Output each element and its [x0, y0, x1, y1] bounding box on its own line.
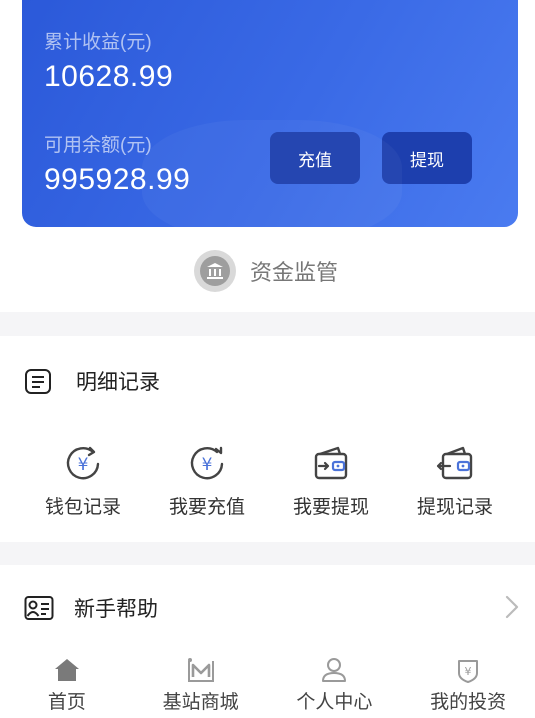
investment-icon: ¥ — [454, 657, 482, 683]
balance-label: 可用余额(元) — [44, 135, 152, 156]
tab-mall[interactable]: 基站商城 — [134, 647, 268, 718]
wallet-card: 累计收益(元) 10628.99 可用余额(元) 995928.99 充值 提现 — [22, 0, 518, 227]
chevron-right-icon — [505, 595, 519, 619]
tab-investment[interactable]: ¥ 我的投资 — [401, 647, 535, 718]
bottom-tab-bar: 首页 基站商城 个人中心 ¥ 我的投资 — [0, 647, 535, 718]
details-title: 明细记录 — [76, 371, 160, 394]
list-document-icon — [24, 367, 52, 395]
tab-mall-label: 基站商城 — [162, 692, 239, 713]
mall-icon — [186, 657, 216, 683]
svg-text:¥: ¥ — [78, 455, 89, 475]
tab-home[interactable]: 首页 — [0, 647, 134, 718]
svg-text:¥: ¥ — [465, 665, 472, 678]
help-header: 新手帮助 — [24, 593, 158, 623]
help-title: 新手帮助 — [74, 598, 158, 621]
wallet-records-label: 钱包记录 — [44, 497, 121, 518]
withdraw-records-item[interactable]: 提现记录 — [393, 444, 517, 519]
contact-card-icon — [24, 595, 54, 621]
tab-profile-label: 个人中心 — [296, 692, 373, 713]
withdraw-button[interactable]: 提现 — [382, 132, 472, 184]
help-section[interactable]: 新手帮助 — [0, 565, 535, 647]
balance-value: 995928.99 — [44, 163, 191, 196]
earnings-value: 10628.99 — [44, 60, 174, 93]
details-grid: ¥ 钱包记录 ¥ 我要充值 我要提现 提现记录 — [0, 444, 535, 519]
top-area: 累计收益(元) 10628.99 可用余额(元) 995928.99 充值 提现… — [0, 0, 535, 312]
withdraw-item[interactable]: 我要提现 — [269, 444, 393, 519]
svg-text:¥: ¥ — [202, 455, 213, 475]
earnings-label: 累计收益(元) — [44, 32, 152, 53]
tab-profile[interactable]: 个人中心 — [268, 647, 402, 718]
yuan-refresh-icon: ¥ — [63, 444, 103, 484]
withdraw-records-label: 提现记录 — [416, 497, 493, 518]
fund-supervision[interactable]: 资金监管 — [194, 250, 338, 292]
tab-investment-label: 我的投资 — [430, 692, 507, 713]
wallet-records-item[interactable]: ¥ 钱包记录 — [21, 444, 145, 519]
withdraw-label: 我要提现 — [292, 497, 369, 518]
home-icon — [53, 657, 81, 683]
wallet-out-icon — [311, 444, 351, 484]
bank-icon — [194, 250, 236, 292]
recharge-button[interactable]: 充值 — [270, 132, 360, 184]
fund-supervision-label: 资金监管 — [250, 260, 339, 285]
recharge-label: 我要充值 — [168, 497, 245, 518]
tab-home-label: 首页 — [47, 692, 86, 713]
details-header: 明细记录 — [24, 366, 160, 396]
recharge-item[interactable]: ¥ 我要充值 — [145, 444, 269, 519]
yuan-recharge-icon: ¥ — [187, 444, 227, 484]
user-icon — [320, 657, 348, 683]
details-section: 明细记录 ¥ 钱包记录 ¥ 我要充值 我要提现 提现记录 — [0, 336, 535, 542]
wallet-in-icon — [435, 444, 475, 484]
